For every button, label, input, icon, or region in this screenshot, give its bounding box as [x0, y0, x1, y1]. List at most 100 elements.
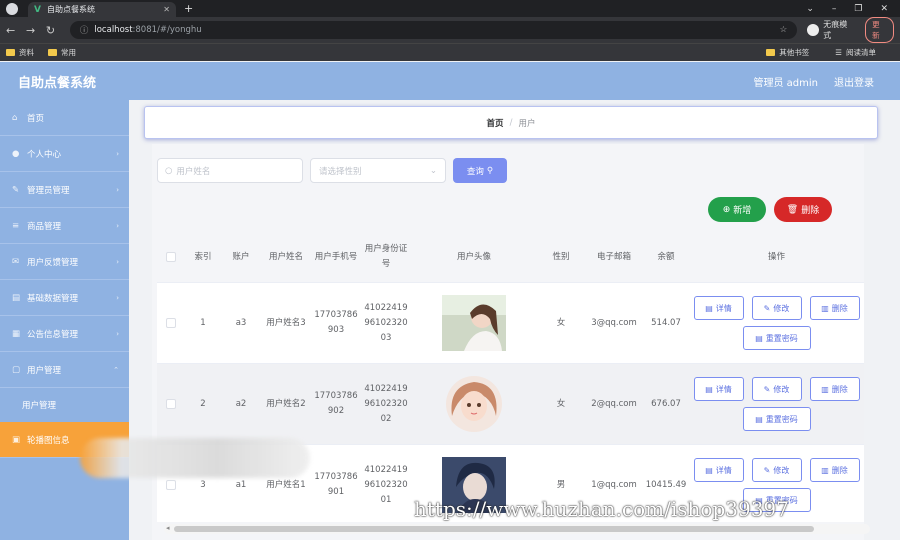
column-header: 操作 [767, 251, 785, 262]
edit-button[interactable]: ✎ 修改 [751, 458, 802, 482]
edit-button[interactable]: ✎ 修改 [751, 377, 802, 401]
new-tab-icon[interactable]: + [184, 2, 193, 15]
sidebar-item-notice[interactable]: ▦ 公告信息管理 › [0, 316, 129, 352]
sidebar-item-label: 商品管理 [27, 221, 62, 232]
horizontal-scrollbar[interactable]: ◂ [164, 524, 870, 534]
trash-icon: 🗑 [786, 204, 799, 215]
watermark: https://www.huzhan.com/ishop39397 [414, 497, 789, 521]
table-header: 索引 账户 用户姓名 用户手机号 用户身份证号 用户头像 性别 电子邮箱 余额 … [157, 232, 864, 282]
delete-button[interactable]: 🗑 删除 [774, 197, 832, 222]
search-icon: ○ [165, 165, 173, 176]
sidebar-item-label: 首页 [27, 113, 45, 124]
reading-list[interactable]: ☰ 阅读清单 [835, 47, 876, 58]
column-header: 性别 [552, 251, 570, 262]
forward-icon[interactable]: → [26, 24, 40, 37]
search-input[interactable]: ○ 用户姓名 [157, 158, 303, 183]
document-icon: ▤ [755, 414, 763, 424]
add-button[interactable]: ⊕ 新增 [708, 197, 766, 222]
back-icon[interactable]: ← [6, 24, 20, 37]
breadcrumb-home[interactable]: 首页 [487, 117, 504, 129]
scrollbar-thumb[interactable] [174, 526, 814, 532]
sidebar-subitem-users[interactable]: 用户管理 [0, 388, 129, 422]
delete-label: 删除 [801, 206, 820, 216]
detail-button[interactable]: ▤ 详情 [693, 377, 744, 401]
close-icon[interactable]: ✕ [880, 4, 888, 14]
detail-button[interactable]: ▤ 详情 [693, 458, 744, 482]
cell-phone: 17703786902 [314, 391, 358, 416]
url-input[interactable]: ⓘ localhost:8081/#/yonghu ☆ [69, 21, 798, 39]
browser-tab[interactable]: V 自助点餐系统 ✕ [28, 2, 176, 17]
document-icon: ▢ [12, 365, 21, 375]
edit-button[interactable]: ✎ 修改 [751, 296, 802, 320]
reload-icon[interactable]: ↻ [46, 24, 60, 37]
trash-icon: ▥ [821, 303, 829, 313]
sidebar-item-profile[interactable]: ● 个人中心 › [0, 136, 129, 172]
window-controls: ⌄ – ❐ ✕ [806, 4, 900, 14]
column-header: 余额 [657, 251, 675, 262]
row-delete-button[interactable]: ▥ 删除 [809, 377, 860, 401]
incognito-label: 无痕模式 [823, 20, 848, 40]
sidebar-item-users[interactable]: ▢ 用户管理 ⌃ [0, 352, 129, 388]
bookmark-folder[interactable]: 常用 [48, 47, 76, 58]
restore-icon[interactable]: ❐ [854, 4, 862, 14]
app-title: 自助点餐系统 [18, 75, 97, 91]
scroll-left-icon[interactable]: ◂ [166, 524, 170, 532]
sidebar-item-feedback[interactable]: ✉ 用户反馈管理 › [0, 244, 129, 280]
browser-menu-icon[interactable] [6, 2, 18, 15]
cell-account: a1 [235, 479, 247, 490]
user-avatar[interactable] [442, 376, 506, 432]
bookmark-label: 资料 [19, 48, 34, 57]
vue-favicon-icon: V [34, 4, 41, 15]
edit-icon: ✎ [763, 303, 771, 313]
reset-password-button[interactable]: ▤ 重置密码 [742, 326, 811, 350]
sidebar-item-label: 轮播图信息 [27, 435, 70, 446]
cell-account: a3 [235, 317, 247, 328]
bookmark-folder[interactable]: 资料 [6, 47, 34, 58]
chevron-icon: › [116, 329, 119, 338]
folder-icon [766, 49, 776, 56]
update-button[interactable]: 更新 [865, 17, 895, 43]
sidebar-item-label: 用户反馈管理 [27, 257, 79, 268]
cell-index: 1 [200, 317, 206, 328]
sidebar-item-basedata[interactable]: ▤ 基础数据管理 › [0, 280, 129, 316]
other-bookmarks[interactable]: 其他书签 [766, 47, 809, 58]
cell-phone: 17703786903 [314, 310, 358, 335]
chevron-icon: › [116, 221, 119, 230]
user-avatar[interactable] [442, 295, 506, 351]
detail-button[interactable]: ▤ 详情 [693, 296, 744, 320]
row-delete-button[interactable]: ▥ 删除 [809, 296, 860, 320]
cell-balance: 514.07 [651, 317, 681, 328]
column-header: 账户 [232, 251, 250, 262]
incognito-indicator[interactable]: 无痕模式 [807, 19, 855, 41]
current-user: 管理员 admin [753, 77, 818, 89]
row-checkbox[interactable] [166, 399, 176, 409]
minimize-icon[interactable]: – [832, 4, 837, 14]
user-icon: ● [12, 149, 20, 159]
close-tab-icon[interactable]: ✕ [163, 5, 170, 14]
detail-label: 详情 [715, 465, 732, 475]
query-button[interactable]: 查询 ⚲ [453, 158, 507, 183]
bookmark-label: 阅读清单 [846, 48, 876, 57]
column-header: 索引 [194, 251, 212, 262]
reset-password-button[interactable]: ▤ 重置密码 [742, 407, 811, 431]
logout-link[interactable]: 退出登录 [834, 74, 874, 89]
bookmark-star-icon[interactable]: ☆ [780, 25, 788, 35]
column-header: 用户身份证号 [364, 244, 408, 269]
row-checkbox[interactable] [166, 318, 176, 328]
gender-select[interactable]: 请选择性别 ⌄ [310, 158, 446, 183]
row-delete-button[interactable]: ▥ 删除 [809, 458, 860, 482]
select-all-checkbox[interactable] [166, 252, 176, 262]
pin-icon: ✎ [12, 185, 20, 195]
cell-name: 用户姓名1 [266, 479, 306, 490]
breadcrumb-separator: / [509, 117, 513, 128]
trash-icon: ▥ [821, 384, 829, 394]
table-row: 2 a2 用户姓名2 17703786902 41022419961023200… [157, 363, 864, 444]
row-checkbox[interactable] [166, 480, 176, 490]
sidebar-item-admins[interactable]: ✎ 管理员管理 › [0, 172, 129, 208]
sidebar-item-goods[interactable]: ≡ 商品管理 › [0, 208, 129, 244]
reset-label: 重置密码 [765, 414, 798, 424]
database-icon: ▤ [12, 293, 21, 303]
chevron-down-icon[interactable]: ⌄ [806, 4, 814, 14]
sidebar-item-home[interactable]: ⌂ 首页 [0, 100, 129, 136]
info-icon[interactable]: ⓘ [80, 24, 89, 36]
